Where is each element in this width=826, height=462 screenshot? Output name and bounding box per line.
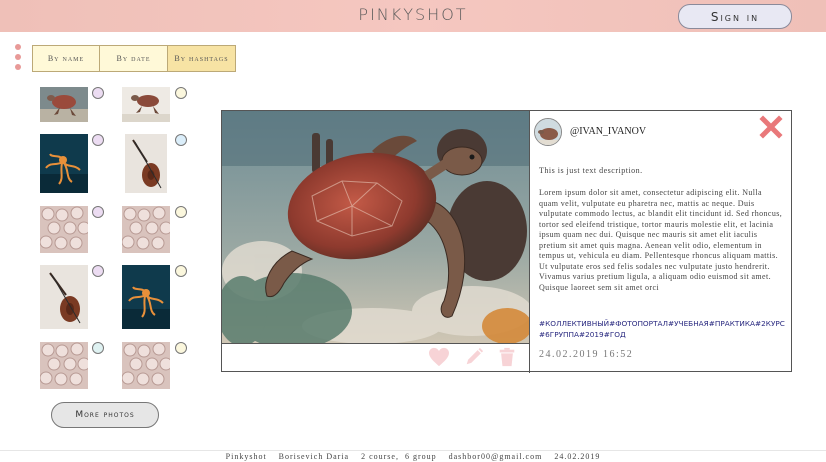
thumbnail-flowers[interactable] <box>122 206 170 253</box>
thumbnail-octopus[interactable] <box>122 265 170 329</box>
thumbnail-flowers[interactable] <box>122 342 170 389</box>
thumbnail-turtle[interactable] <box>40 87 88 122</box>
dots-menu-icon[interactable] <box>15 44 23 74</box>
thumbnail-turtle[interactable] <box>122 87 170 122</box>
post-description: Lorem ipsum dolor sit amet, consectetur … <box>539 188 783 292</box>
card-divider <box>529 111 530 373</box>
thumbnail-violin[interactable] <box>125 134 173 193</box>
select-circle[interactable] <box>92 87 104 99</box>
post-username[interactable]: @IVAN_IVANOV <box>570 126 646 137</box>
post-hashtags[interactable]: #КОЛЛЕКТИВНЫЙ#ФОТОПОРТАЛ#УЧЕБНАЯ#ПРАКТИК… <box>539 318 787 340</box>
footer-text: Pinkyshot Borisevich Daria 2 course, 6 g… <box>225 452 601 461</box>
post-date: 24.02.2019 16:52 <box>539 349 634 360</box>
post-card: @IVAN_IVANOV This is just text descripti… <box>221 110 792 373</box>
select-circle[interactable] <box>175 342 187 354</box>
heart-icon[interactable] <box>428 347 450 367</box>
select-circle[interactable] <box>92 134 104 146</box>
close-icon[interactable] <box>759 115 783 139</box>
trash-icon[interactable] <box>496 347 518 367</box>
select-circle[interactable] <box>92 265 104 277</box>
tab-by-hashtags[interactable]: By hashtags <box>168 45 236 72</box>
signin-button[interactable]: Sign in <box>678 4 792 29</box>
select-circle[interactable] <box>175 265 187 277</box>
tab-by-date[interactable]: By date <box>100 45 168 72</box>
select-circle[interactable] <box>175 206 187 218</box>
select-circle[interactable] <box>92 206 104 218</box>
avatar[interactable] <box>534 118 562 146</box>
filter-tabs: By name By date By hashtags <box>32 45 236 72</box>
thumbnail-violin[interactable] <box>40 265 88 329</box>
thumbnail-flowers[interactable] <box>40 206 88 253</box>
post-description-short: This is just text description. <box>539 166 643 175</box>
header-bar: PINKYSHOT Sign in <box>0 0 826 32</box>
thumbnail-flowers[interactable] <box>40 342 88 389</box>
post-photo <box>222 111 529 343</box>
thumbnail-octopus[interactable] <box>40 134 88 193</box>
more-photos-button[interactable]: More photos <box>51 402 159 428</box>
tab-by-name[interactable]: By name <box>32 45 100 72</box>
footer-divider <box>0 450 826 451</box>
select-circle[interactable] <box>175 87 187 99</box>
select-circle[interactable] <box>175 134 187 146</box>
pencil-icon[interactable] <box>463 347 485 367</box>
select-circle[interactable] <box>92 342 104 354</box>
